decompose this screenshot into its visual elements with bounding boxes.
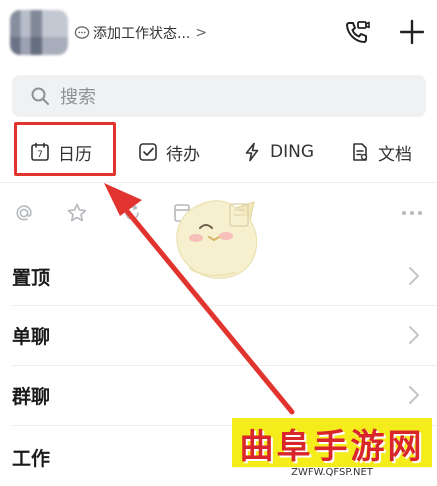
at-icon[interactable] bbox=[12, 201, 36, 225]
search-bar[interactable]: 搜索 bbox=[12, 75, 426, 117]
section-single-chat[interactable]: 单聊 bbox=[0, 306, 437, 364]
plus-icon[interactable] bbox=[396, 16, 428, 48]
work-status-text: 添加工作状态... bbox=[93, 26, 191, 42]
refresh-icon[interactable] bbox=[120, 201, 144, 225]
chevron-right-icon bbox=[407, 384, 421, 406]
chevron-right-icon: > bbox=[195, 25, 208, 41]
chat-bubble-icon bbox=[74, 25, 90, 41]
video-call-icon[interactable] bbox=[341, 16, 373, 48]
tab-docs[interactable]: 文档 bbox=[350, 126, 412, 178]
document-icon bbox=[350, 142, 370, 162]
top-bar: 添加工作状态... > bbox=[0, 0, 437, 68]
tab-docs-label: 文档 bbox=[378, 144, 412, 165]
calendar-highlight-box bbox=[14, 122, 116, 176]
avatar[interactable] bbox=[10, 10, 68, 55]
section-single-chat-label: 单聊 bbox=[12, 325, 51, 348]
checkbox-icon bbox=[138, 142, 158, 162]
search-icon bbox=[30, 86, 50, 106]
chevron-right-icon bbox=[407, 324, 421, 346]
more-icon[interactable] bbox=[400, 201, 424, 225]
watermark-url: ZWFW.QFSP.NET bbox=[232, 467, 432, 480]
tab-ding[interactable]: DING bbox=[242, 126, 314, 178]
search-placeholder: 搜索 bbox=[60, 87, 96, 108]
lightning-icon bbox=[242, 142, 262, 162]
watermark-logo: 曲阜手游网 bbox=[232, 418, 432, 468]
tab-todo-label: 待办 bbox=[166, 144, 200, 165]
divider bbox=[0, 182, 437, 183]
section-group-chat-label: 群聊 bbox=[12, 385, 51, 408]
star-icon[interactable] bbox=[65, 201, 89, 225]
section-pinned[interactable]: 置顶 bbox=[0, 247, 437, 305]
watermark-title: 曲阜手游网 bbox=[239, 426, 425, 467]
chevron-right-icon bbox=[407, 265, 421, 287]
section-work-label: 工作 bbox=[12, 447, 51, 470]
section-group-chat[interactable]: 群聊 bbox=[0, 366, 437, 424]
tab-todo[interactable]: 待办 bbox=[138, 126, 200, 178]
section-pinned-label: 置顶 bbox=[12, 266, 51, 289]
tab-ding-label: DING bbox=[270, 142, 314, 162]
work-status-button[interactable]: 添加工作状态... > bbox=[74, 22, 207, 44]
